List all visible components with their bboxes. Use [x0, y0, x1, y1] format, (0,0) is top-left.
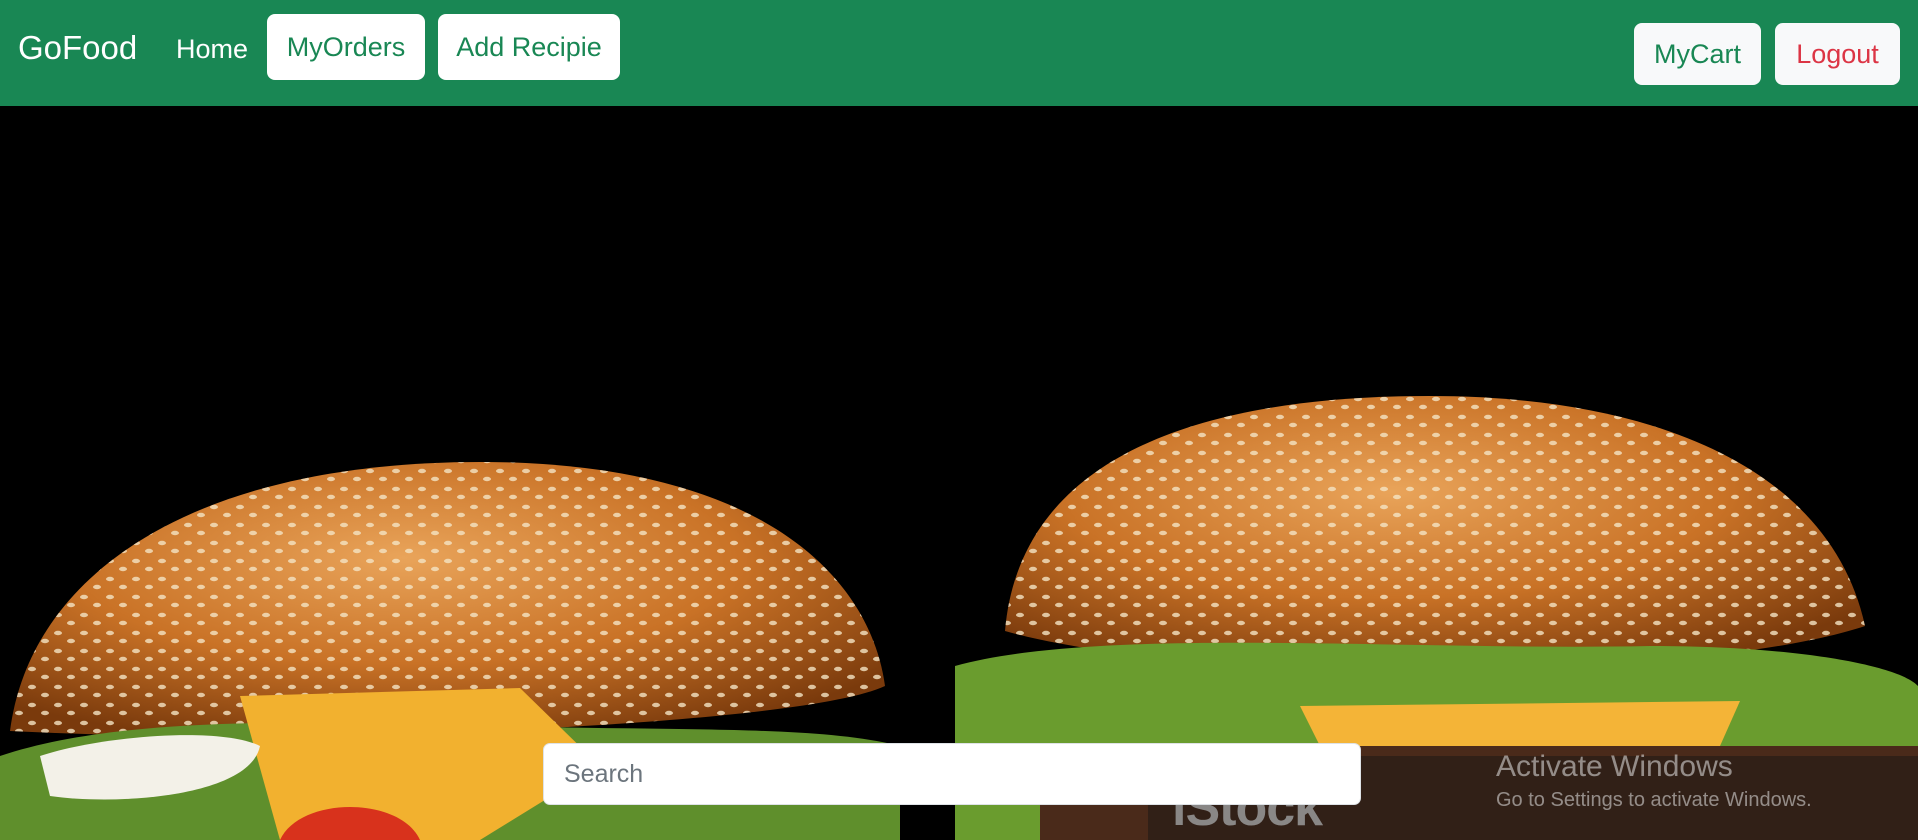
my-orders-button[interactable]: MyOrders — [267, 14, 425, 80]
hero-carousel-image — [0, 106, 1918, 840]
burger-photo — [0, 396, 1918, 840]
add-recipe-button[interactable]: Add Recipie — [438, 14, 620, 80]
brand-logo[interactable]: GoFood — [18, 28, 137, 68]
nav-home-link[interactable]: Home — [176, 32, 248, 66]
logout-button[interactable]: Logout — [1775, 23, 1900, 85]
my-cart-button[interactable]: MyCart — [1634, 23, 1761, 85]
activate-windows-subtitle: Go to Settings to activate Windows. — [1496, 789, 1812, 811]
activate-windows-title: Activate Windows — [1496, 750, 1733, 783]
search-input[interactable] — [543, 743, 1361, 805]
navbar: GoFood Home MyOrders Add Recipie MyCart … — [0, 0, 1918, 106]
